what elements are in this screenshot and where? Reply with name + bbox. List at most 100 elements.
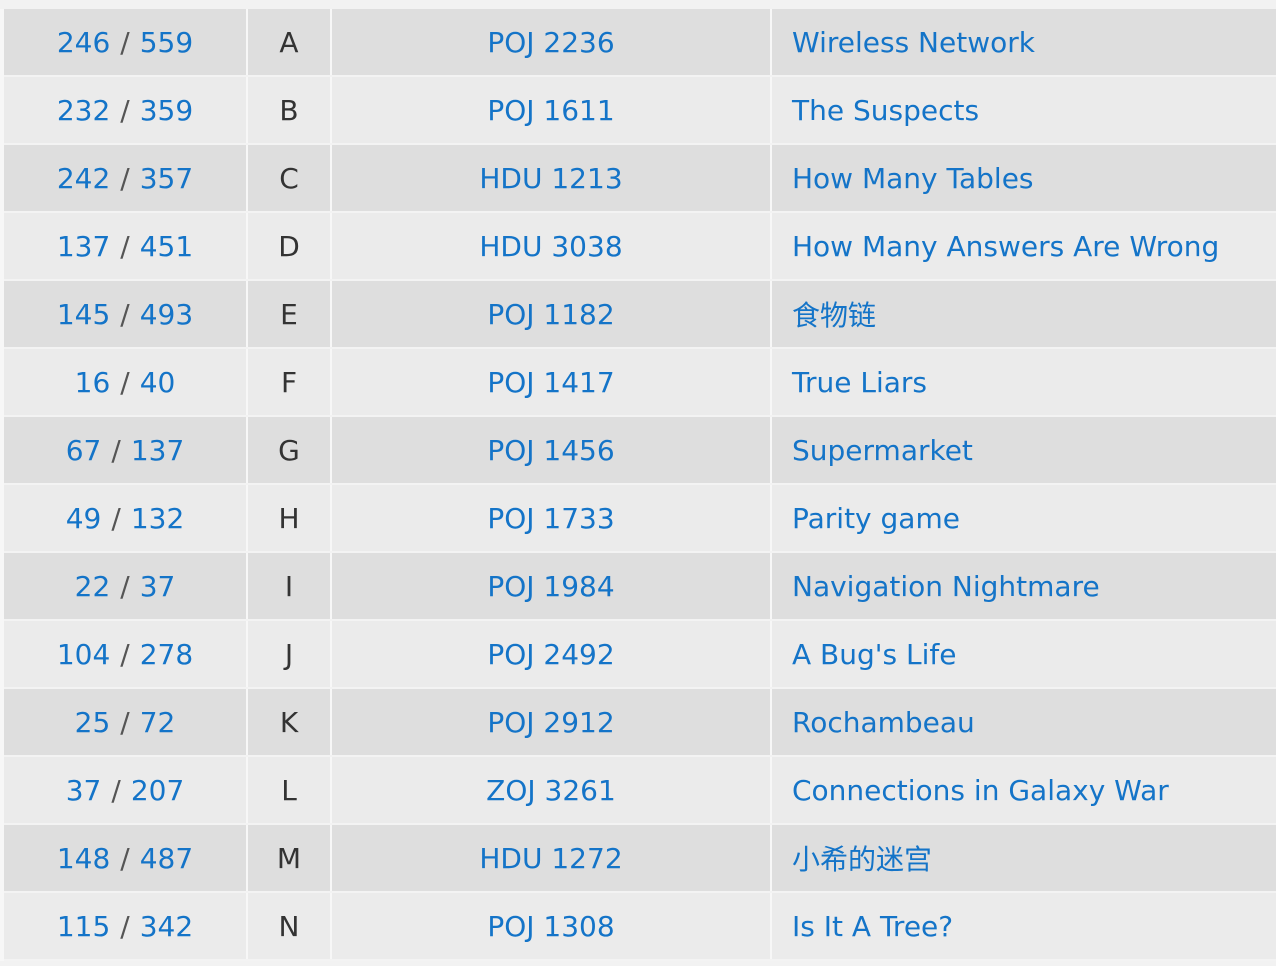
table-row: 145 / 493 E POJ 1182 食物链 — [0, 280, 1276, 349]
problem-title-link[interactable]: Is It A Tree? — [792, 910, 953, 943]
solved-ratio-cell: 115 / 342 — [0, 892, 247, 961]
problem-source-cell: POJ 1456 — [330, 416, 771, 485]
problem-title-link[interactable]: Parity game — [792, 502, 960, 535]
attempted-count-link[interactable]: 207 — [131, 774, 184, 807]
problem-letter: M — [276, 841, 302, 875]
problem-title-cell: 小希的迷宫 — [770, 824, 1276, 893]
problem-letter: L — [281, 773, 297, 807]
problem-title-link[interactable]: Supermarket — [792, 434, 973, 467]
attempted-count-link[interactable]: 559 — [140, 26, 193, 59]
attempted-count-link[interactable]: 493 — [140, 298, 193, 331]
ratio-separator: / — [120, 637, 130, 671]
attempted-count-link[interactable]: 451 — [140, 230, 193, 263]
attempted-count-link[interactable]: 40 — [140, 366, 176, 399]
problem-letter-cell: N — [246, 892, 331, 961]
attempted-count-link[interactable]: 487 — [140, 842, 193, 875]
problem-title-link[interactable]: Navigation Nightmare — [792, 570, 1100, 603]
attempted-count-link[interactable]: 278 — [140, 638, 193, 671]
table-bottom-edge — [0, 961, 1276, 966]
ratio-separator: / — [120, 297, 130, 331]
problem-source-link[interactable]: ZOJ 3261 — [486, 774, 616, 807]
table-row: 104 / 278 J POJ 2492 A Bug's Life — [0, 620, 1276, 689]
problem-title-link[interactable]: 小希的迷宫 — [792, 843, 932, 876]
solved-count-link[interactable]: 148 — [57, 842, 110, 875]
solved-count-link[interactable]: 16 — [75, 366, 111, 399]
problem-title-cell: The Suspects — [770, 76, 1276, 145]
problem-source-cell: POJ 1417 — [330, 348, 771, 417]
solved-count-link[interactable]: 22 — [75, 570, 111, 603]
problem-letter-cell: H — [246, 484, 331, 553]
solved-count-link[interactable]: 246 — [57, 26, 110, 59]
solved-ratio-cell: 49 / 132 — [0, 484, 247, 553]
problem-source-link[interactable]: POJ 1308 — [487, 910, 614, 943]
solved-count-link[interactable]: 242 — [57, 162, 110, 195]
problem-letter-cell: A — [246, 9, 331, 77]
problem-source-link[interactable]: POJ 1733 — [487, 502, 614, 535]
problem-letter: G — [278, 433, 300, 467]
problem-source-link[interactable]: POJ 1182 — [487, 298, 614, 331]
solved-count-link[interactable]: 145 — [57, 298, 110, 331]
problem-letter: F — [280, 365, 298, 399]
problem-source-link[interactable]: POJ 2912 — [487, 706, 614, 739]
table-top-edge — [0, 0, 1276, 9]
problem-source-link[interactable]: POJ 1611 — [487, 94, 614, 127]
problem-letter-cell: J — [246, 620, 331, 689]
solved-count-link[interactable]: 115 — [57, 910, 110, 943]
problem-letter-cell: G — [246, 416, 331, 485]
solved-ratio-cell: 22 / 37 — [0, 552, 247, 621]
problem-title-link[interactable]: True Liars — [792, 366, 927, 399]
attempted-count-link[interactable]: 137 — [131, 434, 184, 467]
solved-ratio-cell: 104 / 278 — [0, 620, 247, 689]
problem-list: 246 / 559 A POJ 2236 Wireless Network 232 /… — [0, 0, 1276, 966]
solved-count-link[interactable]: 25 — [75, 706, 111, 739]
problem-title-link[interactable]: Wireless Network — [792, 26, 1035, 59]
solved-count-link[interactable]: 67 — [66, 434, 102, 467]
problem-letter: J — [284, 637, 294, 671]
attempted-count-link[interactable]: 37 — [140, 570, 176, 603]
problem-source-cell: POJ 1984 — [330, 552, 771, 621]
problem-title-link[interactable]: How Many Answers Are Wrong — [792, 230, 1219, 263]
table-row: 49 / 132 H POJ 1733 Parity game — [0, 484, 1276, 553]
problem-title-link[interactable]: Connections in Galaxy War — [792, 774, 1169, 807]
problem-source-link[interactable]: HDU 3038 — [479, 230, 622, 263]
problem-source-link[interactable]: HDU 1272 — [479, 842, 622, 875]
solved-ratio-cell: 37 / 207 — [0, 756, 247, 825]
problem-source-link[interactable]: POJ 2236 — [487, 26, 614, 59]
problem-letter: H — [278, 501, 300, 535]
table-row: 242 / 357 C HDU 1213 How Many Tables — [0, 144, 1276, 213]
solved-count-link[interactable]: 232 — [57, 94, 110, 127]
solved-ratio-cell: 246 / 559 — [0, 9, 247, 77]
attempted-count-link[interactable]: 72 — [140, 706, 176, 739]
problem-title-link[interactable]: How Many Tables — [792, 162, 1034, 195]
solved-ratio-cell: 145 / 493 — [0, 280, 247, 349]
problem-title-cell: Navigation Nightmare — [770, 552, 1276, 621]
problem-title-link[interactable]: 食物链 — [792, 299, 876, 332]
problem-source-cell: POJ 2492 — [330, 620, 771, 689]
problem-title-link[interactable]: Rochambeau — [792, 706, 975, 739]
problem-title-link[interactable]: A Bug's Life — [792, 638, 956, 671]
solved-count-link[interactable]: 37 — [66, 774, 102, 807]
solved-count-link[interactable]: 104 — [57, 638, 110, 671]
problem-title-link[interactable]: The Suspects — [792, 94, 979, 127]
table-row: 16 / 40 F POJ 1417 True Liars — [0, 348, 1276, 417]
solved-ratio-cell: 232 / 359 — [0, 76, 247, 145]
attempted-count-link[interactable]: 357 — [140, 162, 193, 195]
problem-source-link[interactable]: POJ 1984 — [487, 570, 614, 603]
solved-count-link[interactable]: 137 — [57, 230, 110, 263]
attempted-count-link[interactable]: 359 — [140, 94, 193, 127]
problem-title-cell: How Many Answers Are Wrong — [770, 212, 1276, 281]
problem-source-link[interactable]: POJ 2492 — [487, 638, 614, 671]
attempted-count-link[interactable]: 132 — [131, 502, 184, 535]
problem-source-cell: POJ 1182 — [330, 280, 771, 349]
problem-source-link[interactable]: HDU 1213 — [479, 162, 622, 195]
attempted-count-link[interactable]: 342 — [140, 910, 193, 943]
ratio-separator: / — [120, 229, 130, 263]
problem-letter-cell: I — [246, 552, 331, 621]
solved-count-link[interactable]: 49 — [66, 502, 102, 535]
problem-source-cell: POJ 1733 — [330, 484, 771, 553]
problem-source-link[interactable]: POJ 1456 — [487, 434, 614, 467]
problem-source-link[interactable]: POJ 1417 — [487, 366, 614, 399]
problem-letter: N — [278, 909, 300, 943]
problem-source-cell: HDU 1272 — [330, 824, 771, 893]
problem-letter-cell: D — [246, 212, 331, 281]
